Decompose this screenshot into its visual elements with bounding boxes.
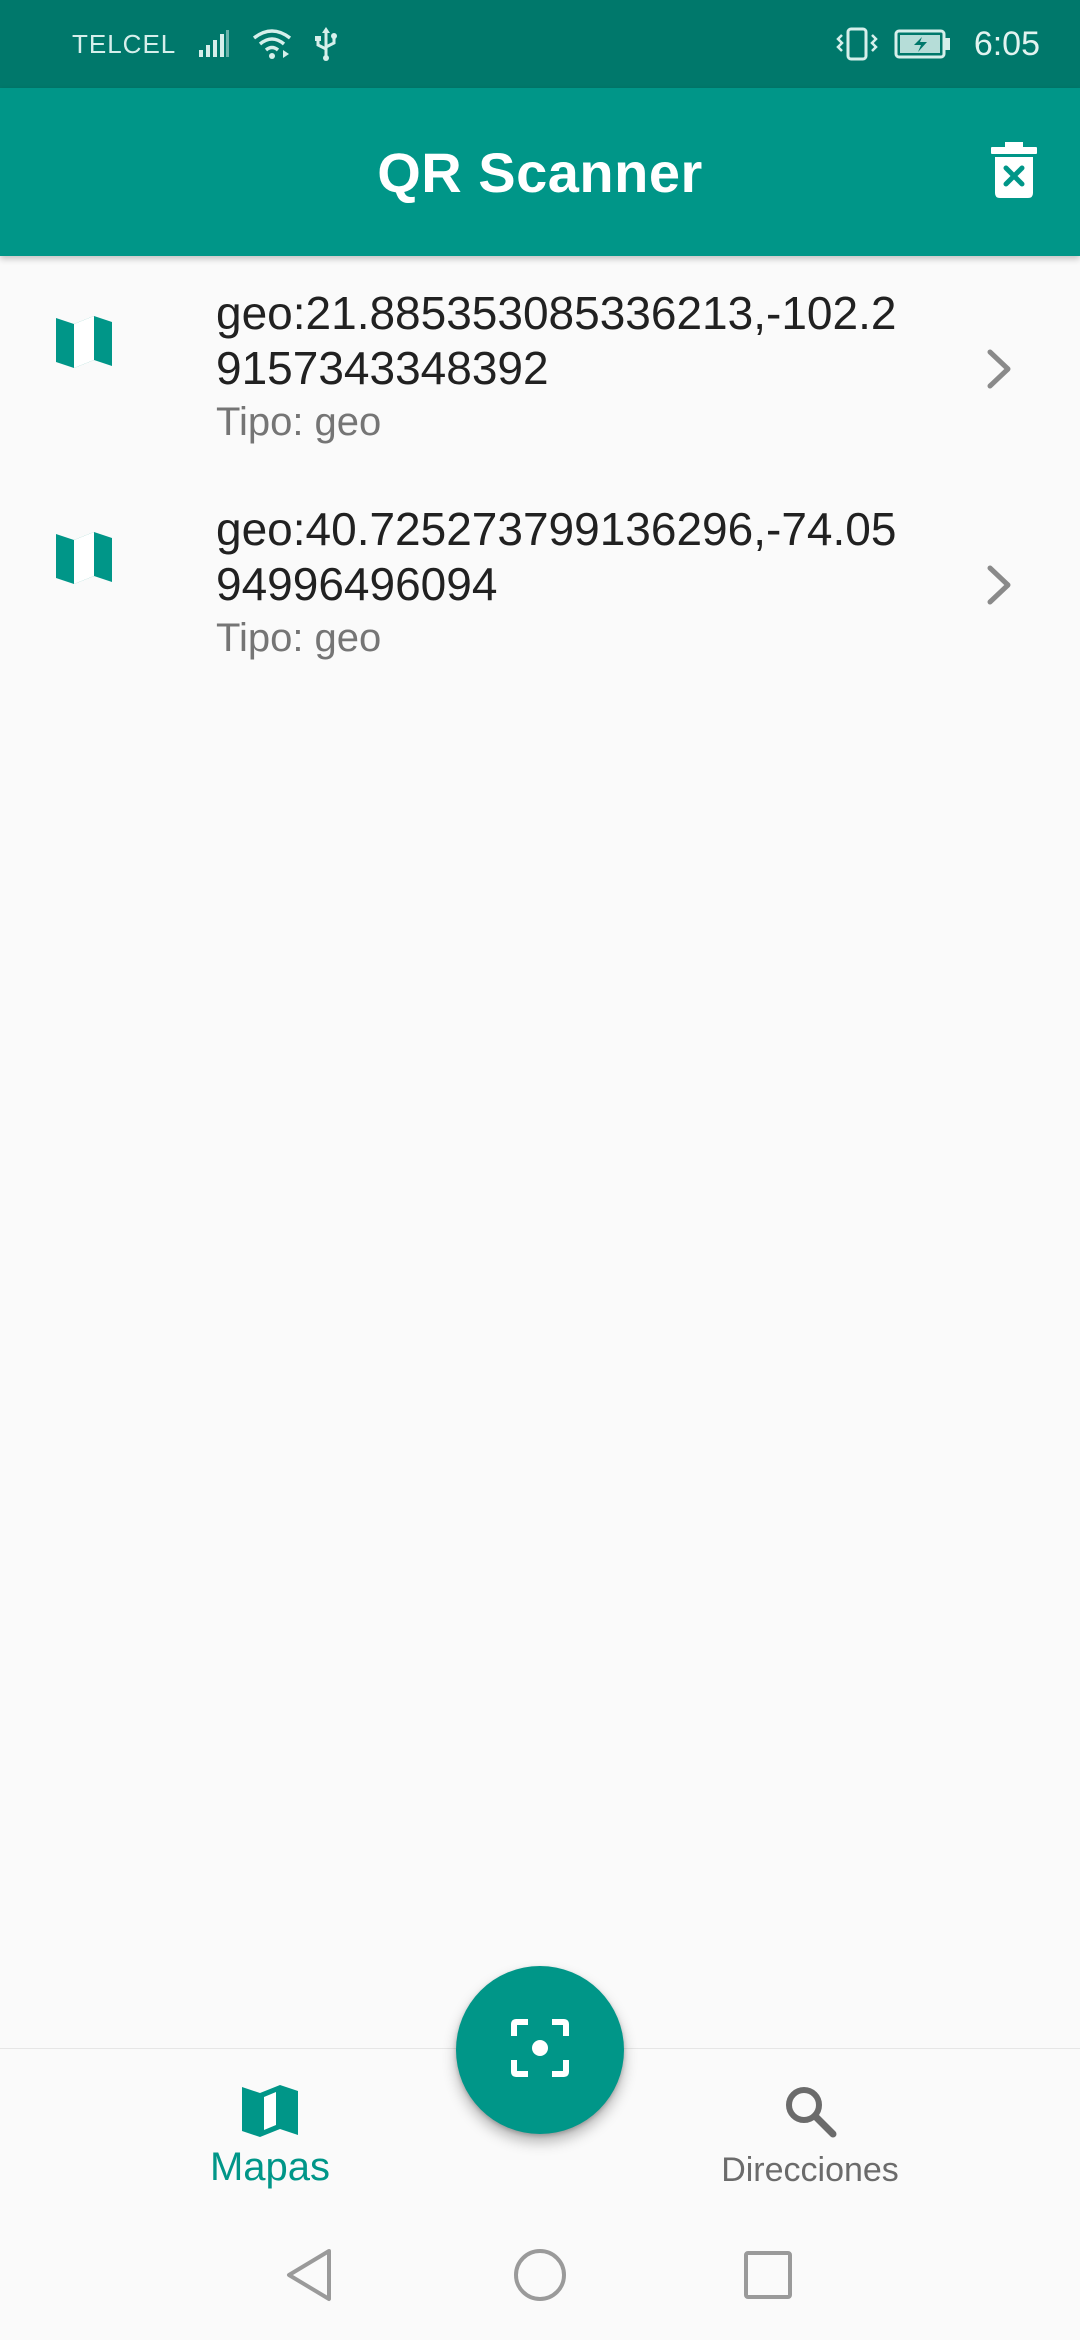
status-right: 6:05 <box>836 0 1040 88</box>
delete-all-button[interactable] <box>978 136 1050 208</box>
chevron-right-icon <box>978 560 1018 610</box>
list-item-subtitle: Tipo: geo <box>216 616 382 660</box>
back-button[interactable] <box>280 2247 340 2307</box>
list-item[interactable]: geo:40.725273799136296,-74.0594996496094… <box>0 472 1080 688</box>
delete-icon <box>991 141 1037 203</box>
list-item-subtitle: Tipo: geo <box>216 400 382 444</box>
back-icon <box>283 2247 337 2308</box>
search-icon <box>778 2079 842 2143</box>
screen: TELCEL 6:05 QR Scanner geo:21.8853530853… <box>0 0 1080 2340</box>
wifi-icon <box>252 28 292 60</box>
status-bar: TELCEL 6:05 <box>0 0 1080 88</box>
list-item-title: geo:21.885353085336213,-102.291573433483… <box>216 287 897 394</box>
system-navigation-bar <box>0 2214 1080 2340</box>
vibrate-icon <box>836 27 878 61</box>
nav-tab-label: Mapas <box>209 2145 331 2189</box>
recents-icon <box>743 2250 793 2305</box>
signal-icon <box>198 30 230 58</box>
app-bar: QR Scanner <box>0 88 1080 256</box>
clock: 6:05 <box>973 24 1040 63</box>
map-icon <box>238 2079 302 2143</box>
scan-fab-button[interactable] <box>456 1966 624 2134</box>
list-item-text: geo:40.725273799136296,-74.0594996496094… <box>216 502 916 664</box>
carrier-label: TELCEL <box>72 28 177 59</box>
home-icon <box>512 2247 568 2308</box>
home-button[interactable] <box>510 2247 570 2307</box>
map-icon <box>54 312 114 372</box>
page-title: QR Scanner <box>377 140 703 204</box>
chevron-right-icon <box>978 344 1018 394</box>
recents-button[interactable] <box>738 2247 798 2307</box>
list-item-text: geo:21.885353085336213,-102.291573433483… <box>216 286 916 448</box>
scan-history-list: geo:21.885353085336213,-102.291573433483… <box>0 256 1080 688</box>
battery-charging-icon <box>894 29 952 59</box>
usb-icon <box>314 27 338 61</box>
scan-icon <box>510 2018 570 2083</box>
nav-tab-label: Direcciones <box>721 2151 899 2189</box>
map-icon <box>54 528 114 588</box>
status-left: TELCEL <box>72 0 338 88</box>
nav-tab-direcciones[interactable]: Direcciones <box>540 2049 1080 2215</box>
list-item-title: geo:40.725273799136296,-74.0594996496094 <box>216 503 897 610</box>
list-item[interactable]: geo:21.885353085336213,-102.291573433483… <box>0 256 1080 472</box>
